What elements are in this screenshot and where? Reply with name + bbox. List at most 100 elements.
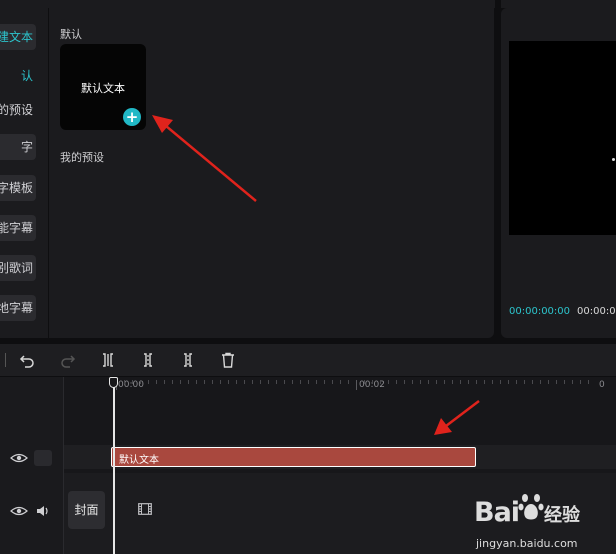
cover-button[interactable]: 封面 [68,491,105,529]
add-preset-button[interactable]: + [123,108,141,126]
ruler-tick [580,380,581,384]
ruler-tick [532,380,533,384]
ruler-tick [412,380,413,384]
sidebar-item-local-captions[interactable]: 地字幕 [0,295,36,321]
ruler-tick [516,380,517,384]
watermark-suffix: 经验 [544,505,580,526]
sidebar-item-new-text[interactable]: 建文本 [0,24,36,50]
ruler-tick [468,380,469,384]
sidebar-item-default[interactable]: 认 [0,63,36,89]
ruler-tick [244,380,245,384]
ruler-tick [204,380,205,384]
ruler-tick [588,380,589,384]
sidebar-item-flower-text[interactable]: 字 [0,134,36,160]
ruler-tick [276,380,277,384]
ruler-tick [444,380,445,384]
ruler-tick [156,380,157,384]
ruler-tick [308,380,309,384]
sidebar-item-lyrics[interactable]: 别歌词 [0,255,36,281]
paw-icon [518,494,544,520]
ruler-tick [452,380,453,384]
film-icon [138,503,152,515]
ruler-label-end: 0 [599,380,605,390]
text-track-lock-button[interactable] [34,450,52,466]
ruler-tick [356,380,357,390]
playhead-line[interactable] [113,385,115,554]
ruler-tick [420,380,421,384]
ruler-tick [492,380,493,384]
ruler-tick [252,380,253,384]
delete-icon[interactable] [220,352,236,368]
ruler-tick [388,380,389,384]
ruler-tick [404,380,405,384]
ruler-tick [436,380,437,384]
preview-handle[interactable] [612,158,615,161]
ruler-tick [564,380,565,384]
undo-icon[interactable] [19,352,35,368]
sidebar-item-my-presets[interactable]: 的预设 [0,97,36,123]
timeline-ruler[interactable]: 00:00 00:02 0 [64,377,616,393]
watermark-url: jingyan.baidu.com [476,537,578,550]
sidebar-item-text-template[interactable]: 字模板 [0,175,36,201]
ruler-tick [316,380,317,384]
default-text-preset-card[interactable]: 默认文本 + [60,44,146,130]
ruler-tick [220,380,221,384]
ruler-tick [460,380,461,384]
ruler-tick [508,380,509,384]
ruler-tick [260,380,261,384]
watermark-brand: Bai [474,497,520,528]
text-preset-panel: 默认 默认文本 + 我的预设 [49,8,494,338]
ruler-tick [556,380,557,384]
preview-panel: 00:00:00:00 00:00:01 [501,8,616,338]
text-track-eye-icon[interactable] [10,451,28,465]
redo-icon[interactable] [60,352,76,368]
preview-canvas[interactable] [509,41,616,235]
ruler-tick [164,380,165,384]
text-clip[interactable]: 默认文本 [111,447,476,467]
ruler-tick [180,380,181,384]
ruler-tick [300,380,301,384]
my-presets-section-label: 我的预设 [60,151,104,164]
ruler-tick [540,380,541,384]
ruler-tick [292,380,293,384]
ruler-tick [188,380,189,384]
trim-left-icon[interactable] [140,352,156,368]
baidu-jingyan-watermark: Bai 经验 jingyan.baidu.com [470,487,616,554]
toolbar-divider [0,353,6,367]
preset-card-label: 默认文本 [81,82,125,95]
video-track-eye-icon[interactable] [10,504,28,518]
ruler-tick [228,380,229,384]
ruler-tick [332,380,333,384]
ruler-tick [348,380,349,384]
text-clip-label: 默认文本 [119,455,159,466]
timeline-toolbar [0,344,616,376]
playhead-handle[interactable] [109,377,118,388]
current-time: 00:00:00:00 [509,306,571,317]
ruler-tick [372,380,373,384]
ruler-tick [236,380,237,384]
ruler-tick [572,380,573,384]
ruler-tick [396,380,397,384]
ruler-tick [484,380,485,384]
ruler-tick [548,380,549,384]
ruler-tick [132,380,133,384]
ruler-tick [196,380,197,384]
plus-icon: + [125,108,139,126]
ruler-tick [148,380,149,384]
ruler-tick [284,380,285,384]
ruler-tick [380,380,381,384]
trim-right-icon[interactable] [180,352,196,368]
sidebar-item-auto-captions[interactable]: 能字幕 [0,215,36,241]
split-icon[interactable] [100,352,116,368]
video-track-volume-icon[interactable] [34,504,52,518]
ruler-tick [124,380,125,384]
ruler-tick [340,380,341,384]
total-time: 00:00:01 [577,306,616,317]
ruler-tick [500,380,501,384]
ruler-tick [524,380,525,384]
ruler-tick [476,380,477,384]
ruler-tick [364,380,365,384]
text-category-sidebar: 建文本 认 的预设 字 字模板 能字幕 别歌词 地字幕 [0,8,48,338]
ruler-tick [172,380,173,384]
top-menu-bar [0,0,495,8]
